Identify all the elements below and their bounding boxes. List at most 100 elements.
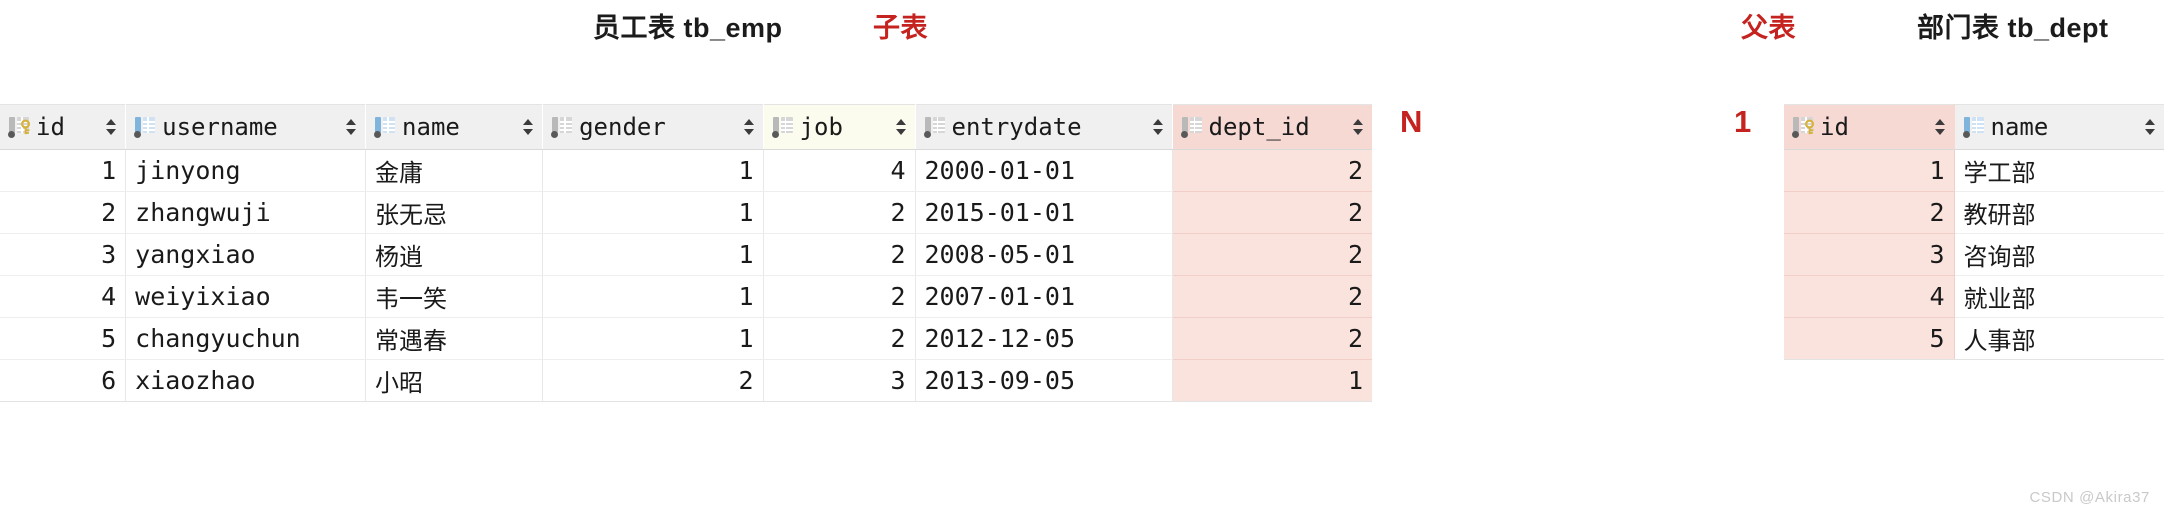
- table-row[interactable]: 2 教研部: [1784, 191, 2164, 234]
- cell-dept_id[interactable]: 2: [1172, 275, 1372, 318]
- table-row[interactable]: 2 zhangwuji 张无忌 1 2 2015-01-01 2: [0, 191, 1372, 234]
- dept-result-grid[interactable]: id name 1 学工部 2 教研部 3 咨询部 4 就业部 5 人事部: [1784, 104, 2164, 360]
- column-header-label: id: [36, 113, 65, 141]
- column-header-label: username: [162, 113, 278, 141]
- emp-cardinality-marker: N: [1400, 104, 1423, 139]
- sort-toggle-icon[interactable]: [1152, 116, 1164, 138]
- table-row[interactable]: 1 jinyong 金庸 1 4 2000-01-01 2: [0, 149, 1372, 192]
- column-header-id[interactable]: id: [1784, 104, 1955, 150]
- emp-result-grid[interactable]: id username name gender job entrydate dept_id …: [0, 104, 1372, 402]
- cell-name[interactable]: 金庸: [365, 149, 544, 192]
- column-header-gender[interactable]: gender: [542, 104, 764, 150]
- varchar-column-icon: [374, 116, 396, 138]
- table-row[interactable]: 3 咨询部: [1784, 233, 2164, 276]
- dept-header-row[interactable]: id name: [1784, 104, 2164, 150]
- table-row[interactable]: 5 changyuchun 常遇春 1 2 2012-12-05 2: [0, 317, 1372, 360]
- cell-entrydate[interactable]: 2012-12-05: [915, 317, 1173, 360]
- cell-dept_id[interactable]: 2: [1172, 149, 1372, 192]
- cell-id[interactable]: 4: [0, 275, 127, 318]
- cell-username[interactable]: weiyixiao: [125, 275, 367, 318]
- cell-id[interactable]: 2: [0, 191, 127, 234]
- cell-id[interactable]: 6: [0, 359, 127, 402]
- emp-table-title: 员工表 tb_emp: [593, 13, 783, 43]
- table-row[interactable]: 5 人事部: [1784, 317, 2164, 360]
- cell-id[interactable]: 3: [1784, 233, 1955, 276]
- cell-dept_id[interactable]: 1: [1172, 359, 1372, 402]
- cell-job[interactable]: 3: [763, 359, 916, 402]
- cell-job[interactable]: 2: [763, 191, 916, 234]
- cell-job[interactable]: 4: [763, 149, 916, 192]
- cell-id[interactable]: 1: [1784, 149, 1955, 192]
- cell-username[interactable]: xiaozhao: [125, 359, 367, 402]
- cell-id[interactable]: 3: [0, 233, 127, 276]
- table-row[interactable]: 6 xiaozhao 小昭 2 3 2013-09-05 1: [0, 359, 1372, 402]
- column-header-name[interactable]: name: [1954, 104, 2164, 150]
- cell-entrydate[interactable]: 2008-05-01: [915, 233, 1173, 276]
- cell-id[interactable]: 5: [1784, 317, 1955, 360]
- cell-username[interactable]: changyuchun: [125, 317, 367, 360]
- cell-job[interactable]: 2: [763, 275, 916, 318]
- cell-name[interactable]: 学工部: [1954, 149, 2164, 192]
- dept-table-role-label: 父表: [1741, 13, 1796, 43]
- sort-toggle-icon[interactable]: [1934, 116, 1946, 138]
- cell-username[interactable]: jinyong: [125, 149, 367, 192]
- cell-name[interactable]: 就业部: [1954, 275, 2164, 318]
- emp-header-row[interactable]: id username name gender job entrydate dept_id: [0, 104, 1372, 150]
- cell-name[interactable]: 杨逍: [365, 233, 544, 276]
- primary-key-column-icon: [1792, 116, 1814, 138]
- cell-entrydate[interactable]: 2013-09-05: [915, 359, 1173, 402]
- cell-entrydate[interactable]: 2015-01-01: [915, 191, 1173, 234]
- primary-key-column-icon: [8, 116, 30, 138]
- date-column-icon: [923, 116, 945, 138]
- cell-name[interactable]: 韦一笑: [365, 275, 544, 318]
- cell-id[interactable]: 2: [1784, 191, 1955, 234]
- column-header-job[interactable]: job: [763, 104, 916, 150]
- sort-toggle-icon[interactable]: [345, 116, 357, 138]
- cell-dept_id[interactable]: 2: [1172, 317, 1372, 360]
- column-header-entrydate[interactable]: entrydate: [915, 104, 1173, 150]
- table-row[interactable]: 4 就业部: [1784, 275, 2164, 318]
- sort-toggle-icon[interactable]: [743, 116, 755, 138]
- cell-name[interactable]: 教研部: [1954, 191, 2164, 234]
- cell-dept_id[interactable]: 2: [1172, 191, 1372, 234]
- column-header-username[interactable]: username: [125, 104, 367, 150]
- cell-gender[interactable]: 1: [542, 149, 764, 192]
- cell-id[interactable]: 5: [0, 317, 127, 360]
- table-row[interactable]: 4 weiyixiao 韦一笑 1 2 2007-01-01 2: [0, 275, 1372, 318]
- column-header-id[interactable]: id: [0, 104, 127, 150]
- cell-name[interactable]: 小昭: [365, 359, 544, 402]
- cell-id[interactable]: 4: [1784, 275, 1955, 318]
- sort-toggle-icon[interactable]: [1352, 116, 1364, 138]
- cell-entrydate[interactable]: 2007-01-01: [915, 275, 1173, 318]
- dept-table-title: 部门表 tb_dept: [1917, 13, 2109, 43]
- column-header-dept_id[interactable]: dept_id: [1172, 104, 1372, 150]
- column-header-label: job: [799, 113, 843, 141]
- cell-gender[interactable]: 1: [542, 191, 764, 234]
- cell-id[interactable]: 1: [0, 149, 127, 192]
- column-header-label: name: [1990, 113, 2049, 141]
- cell-name[interactable]: 咨询部: [1954, 233, 2164, 276]
- cell-name[interactable]: 张无忌: [365, 191, 544, 234]
- cell-gender[interactable]: 1: [542, 233, 764, 276]
- cell-gender[interactable]: 2: [542, 359, 764, 402]
- sort-toggle-icon[interactable]: [895, 116, 907, 138]
- sort-toggle-icon[interactable]: [522, 116, 534, 138]
- csdn-watermark: CSDN @Akira37: [2029, 489, 2150, 506]
- cell-gender[interactable]: 1: [542, 275, 764, 318]
- sort-toggle-icon[interactable]: [105, 116, 117, 138]
- cell-username[interactable]: yangxiao: [125, 233, 367, 276]
- table-row[interactable]: 1 学工部: [1784, 149, 2164, 192]
- numeric-column-icon: [771, 116, 793, 138]
- cell-name[interactable]: 人事部: [1954, 317, 2164, 360]
- cell-job[interactable]: 2: [763, 317, 916, 360]
- cell-dept_id[interactable]: 2: [1172, 233, 1372, 276]
- table-row[interactable]: 3 yangxiao 杨逍 1 2 2008-05-01 2: [0, 233, 1372, 276]
- cell-job[interactable]: 2: [763, 233, 916, 276]
- cell-entrydate[interactable]: 2000-01-01: [915, 149, 1173, 192]
- cell-username[interactable]: zhangwuji: [125, 191, 367, 234]
- cell-gender[interactable]: 1: [542, 317, 764, 360]
- dept-cardinality-marker: 1: [1734, 104, 1752, 139]
- cell-name[interactable]: 常遇春: [365, 317, 544, 360]
- sort-toggle-icon[interactable]: [2144, 116, 2156, 138]
- column-header-name[interactable]: name: [365, 104, 544, 150]
